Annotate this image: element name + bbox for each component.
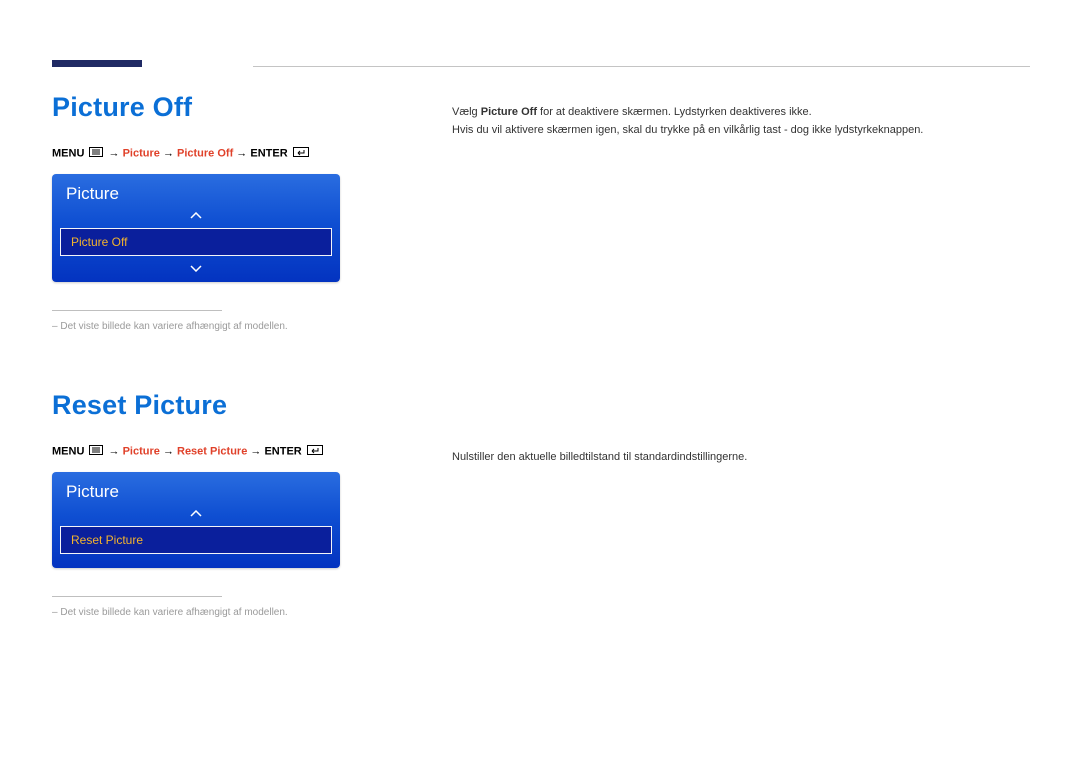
breadcrumb-enter: ENTER — [264, 445, 301, 457]
breadcrumb-p2: Picture Off — [177, 147, 233, 159]
breadcrumb-menu: MENU — [52, 445, 84, 457]
section2-description: Nulstiller den aktuelle billedtilstand t… — [452, 449, 1030, 467]
breadcrumb-p1: Picture — [123, 147, 160, 159]
osd-item-reset-picture[interactable]: Reset Picture — [60, 526, 332, 554]
enter-icon — [307, 445, 323, 458]
desc-bold: Picture Off — [481, 106, 537, 118]
osd-card-reset-picture: Picture Reset Picture — [52, 472, 340, 568]
desc-post: for at deaktivere skærmen. Lydstyrken de… — [537, 106, 812, 118]
menu-icon — [89, 147, 103, 160]
breadcrumb-p1: Picture — [123, 445, 160, 457]
breadcrumb-enter: ENTER — [250, 147, 287, 159]
chevron-up-icon — [52, 508, 340, 520]
section1-footnote: – Det viste billede kan variere afhængig… — [52, 321, 392, 332]
footnote-rule — [52, 310, 222, 311]
osd-title: Picture — [52, 184, 340, 210]
menu-icon — [89, 445, 103, 458]
chevron-up-icon — [52, 210, 340, 222]
breadcrumb-p2: Reset Picture — [177, 445, 247, 457]
section2-breadcrumb: MENU → Picture → Reset Picture → ENTER — [52, 445, 392, 458]
header-tab-marker — [52, 60, 142, 67]
section1-breadcrumb: MENU → Picture → Picture Off → ENTER — [52, 147, 392, 160]
footnote-rule — [52, 596, 222, 597]
osd-title: Picture — [52, 482, 340, 508]
section1-title: Picture Off — [52, 92, 392, 123]
footnote-text: Det viste billede kan variere afhængigt … — [60, 321, 287, 332]
osd-item-picture-off[interactable]: Picture Off — [60, 228, 332, 256]
section1-description-2: Hvis du vil aktivere skærmen igen, skal … — [452, 122, 1030, 140]
breadcrumb-menu: MENU — [52, 147, 84, 159]
enter-icon — [293, 147, 309, 160]
section2-title: Reset Picture — [52, 390, 392, 421]
footnote-text: Det viste billede kan variere afhængigt … — [60, 607, 287, 618]
chevron-down-icon — [52, 262, 340, 274]
desc-pre: Vælg — [452, 106, 481, 118]
section2-footnote: – Det viste billede kan variere afhængig… — [52, 607, 392, 618]
section1-description: Vælg Picture Off for at deaktivere skærm… — [452, 104, 1030, 122]
osd-card-picture-off: Picture Picture Off — [52, 174, 340, 282]
header-rule — [253, 66, 1030, 67]
